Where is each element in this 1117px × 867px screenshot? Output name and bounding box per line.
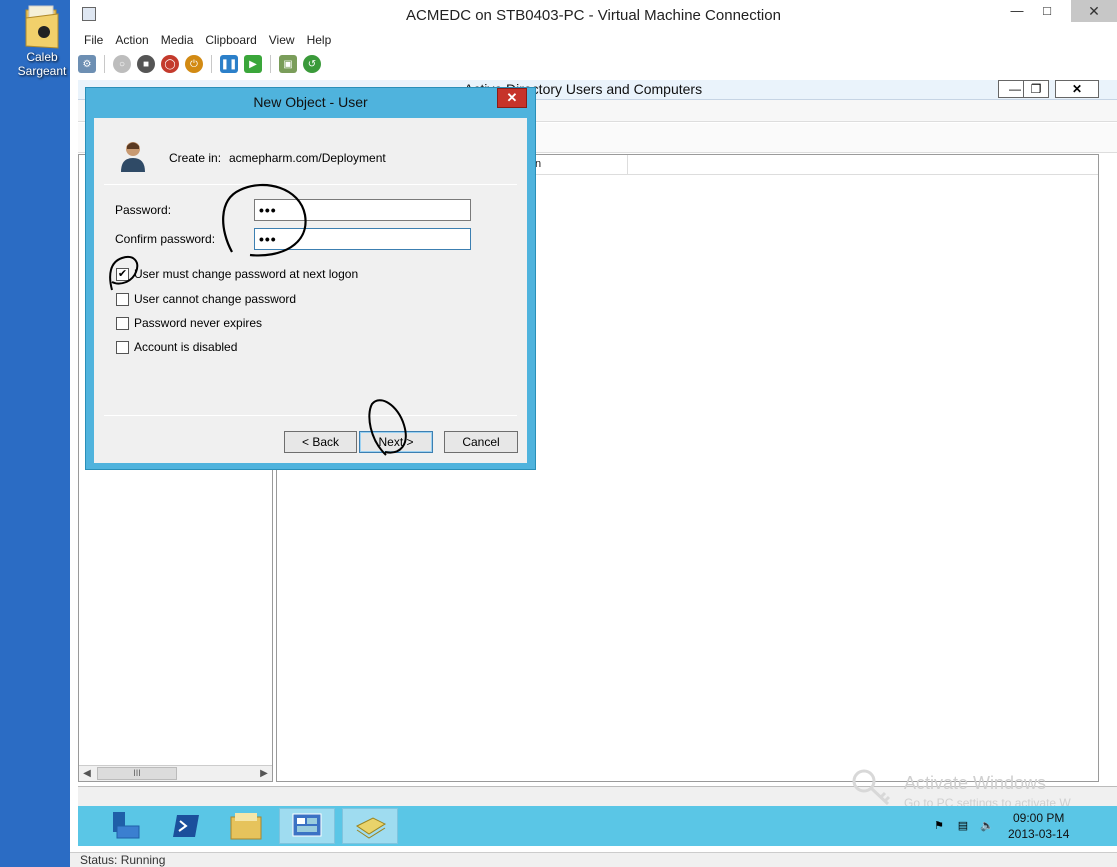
vm-toolbar: ⚙ ○ ■ ◯ ⏻ ❚❚ ▶ ▣ ↺ [78, 52, 321, 76]
file-explorer-icon[interactable] [218, 808, 274, 844]
checkbox-password-never-expires[interactable]: Password never expires [116, 315, 262, 331]
divider [104, 184, 517, 185]
checkbox-cannot-change-password[interactable]: User cannot change password [116, 291, 296, 307]
start-icon[interactable]: ○ [113, 55, 131, 73]
toolbar-divider [211, 55, 212, 73]
cancel-button[interactable]: Cancel [444, 431, 518, 453]
checkbox-label: User must change password at next logon [134, 267, 359, 281]
vm-menubar: File Action Media Clipboard View Help [78, 31, 337, 49]
checkbox-account-disabled[interactable]: Account is disabled [116, 339, 237, 355]
ad-users-computers-icon[interactable] [342, 808, 398, 844]
key-icon [852, 769, 891, 806]
menu-media[interactable]: Media [155, 31, 200, 49]
create-in-label: Create in: [169, 151, 222, 165]
menu-view[interactable]: View [263, 31, 301, 49]
scroll-right-icon[interactable]: ▶ [256, 766, 272, 781]
column-divider [627, 155, 628, 175]
activate-windows-watermark: Activate Windows [904, 773, 1047, 793]
close-button[interactable]: ✕ [1071, 0, 1117, 22]
dialog-body: Create in: acmepharm.com/Deployment Pass… [94, 118, 527, 463]
minimize-button[interactable]: — [1002, 0, 1032, 22]
vm-window-title: ACMEDC on STB0403-PC - Virtual Machine C… [406, 7, 781, 24]
powershell-icon[interactable] [158, 808, 214, 844]
divider [104, 415, 517, 416]
create-in-value: acmepharm.com/Deployment [229, 151, 386, 165]
checkbox-checked[interactable]: ✔ [116, 267, 129, 281]
ad-restore-button[interactable]: ❐ [1023, 80, 1049, 98]
system-tray: ⚑ ▤ 🔈 [931, 818, 995, 834]
shutdown-icon[interactable]: ◯ [161, 55, 179, 73]
network-icon[interactable]: ▤ [955, 818, 971, 834]
next-button[interactable]: Next > [359, 431, 433, 453]
back-button[interactable]: < Back [284, 431, 357, 453]
toolbar-divider [270, 55, 271, 73]
menu-help[interactable]: Help [301, 31, 338, 49]
confirm-password-field[interactable]: ••• [254, 228, 471, 250]
server-manager-icon[interactable] [98, 808, 154, 844]
password-field[interactable]: ••• [254, 199, 471, 221]
checkbox-unchecked[interactable] [116, 316, 129, 330]
clock-time: 09:00 PM [1013, 811, 1065, 825]
checkbox-label: Account is disabled [134, 340, 238, 354]
resume-icon[interactable]: ▶ [244, 55, 262, 73]
horizontal-scrollbar[interactable]: ◀ III ▶ [79, 765, 272, 781]
new-object-user-dialog: New Object - User ✕ Create in: acmepharm… [85, 87, 536, 470]
scroll-left-icon[interactable]: ◀ [79, 766, 95, 781]
password-label: Password: [115, 203, 172, 217]
action-center-icon[interactable]: ⚑ [931, 818, 947, 834]
checkbox-label: Password never expires [134, 316, 263, 330]
confirm-password-label: Confirm password: [115, 232, 216, 246]
desktop-folder-caleb-sargeant[interactable]: Caleb Sargeant [14, 4, 70, 78]
dialog-close-button[interactable]: ✕ [497, 88, 527, 108]
ctrl-alt-del-icon[interactable]: ⚙ [78, 55, 96, 73]
control-panel-icon[interactable] [279, 808, 335, 844]
dialog-title: New Object - User [253, 94, 368, 110]
vm-status-text: Status: Running [80, 853, 166, 867]
checkbox-must-change-password[interactable]: ✔ User must change password at next logo… [116, 266, 358, 282]
maximize-button[interactable]: □ [1032, 0, 1062, 22]
turn-off-icon[interactable]: ■ [137, 55, 155, 73]
clock-date: 2013-03-14 [1008, 827, 1070, 841]
checkpoint-icon[interactable]: ▣ [279, 55, 297, 73]
menu-action[interactable]: Action [109, 31, 154, 49]
menu-file[interactable]: File [78, 31, 109, 49]
volume-icon[interactable]: 🔈 [979, 818, 995, 834]
folder-icon [24, 4, 60, 50]
revert-icon[interactable]: ↺ [303, 55, 321, 73]
taskbar-clock[interactable]: 09:00 PM 2013-03-14 [1008, 810, 1069, 842]
guest-taskbar: ⚑ ▤ 🔈 09:00 PM 2013-03-14 [78, 806, 1117, 846]
user-icon [121, 142, 145, 172]
vm-titlebar: ACMEDC on STB0403-PC - Virtual Machine C… [70, 0, 1117, 30]
checkbox-label: User cannot change password [134, 292, 297, 306]
ad-close-button[interactable]: ✕ [1055, 80, 1099, 98]
scroll-thumb[interactable]: III [97, 767, 177, 780]
desktop-icon-label: Caleb Sargeant [17, 50, 67, 78]
toolbar-divider [104, 55, 105, 73]
checkbox-unchecked[interactable] [116, 340, 129, 354]
checkbox-unchecked[interactable] [116, 292, 129, 306]
power-icon[interactable]: ⏻ [185, 55, 203, 73]
vm-statusbar: Status: Running [70, 852, 1117, 867]
pause-icon[interactable]: ❚❚ [220, 55, 238, 73]
menu-clipboard[interactable]: Clipboard [199, 31, 262, 49]
